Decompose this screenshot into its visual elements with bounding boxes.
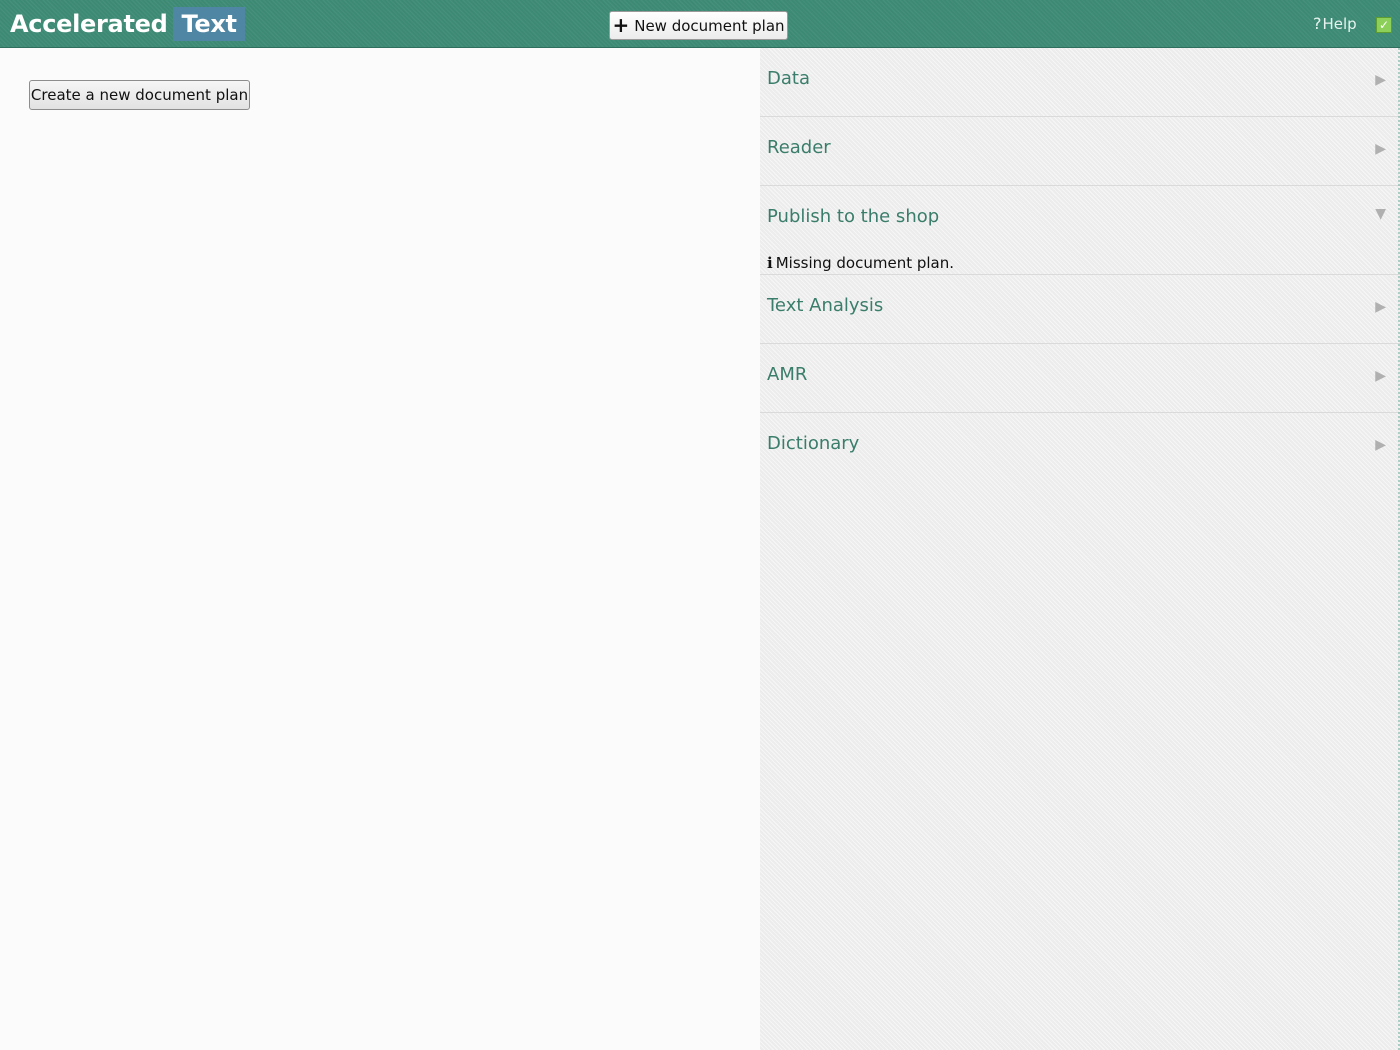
panel-publish: Publish to the shop ▼ i Missing document … (760, 186, 1400, 275)
triangle-down-icon: ▼ (1375, 206, 1386, 222)
triangle-right-icon: ▶ (1375, 368, 1386, 384)
panel-title: AMR (767, 364, 808, 385)
panel-header-text-analysis[interactable]: Text Analysis ▶ (760, 275, 1400, 343)
plus-icon: + (612, 12, 630, 37)
triangle-right-icon: ▶ (1375, 437, 1386, 453)
panel-title: Publish to the shop (767, 206, 940, 227)
triangle-right-icon: ▶ (1375, 72, 1386, 88)
help-label: Help (1322, 14, 1357, 33)
panel-header-data[interactable]: Data ▶ (760, 48, 1400, 116)
panel-dictionary: Dictionary ▶ (760, 413, 1400, 481)
new-document-plan-label: New document plan (634, 16, 785, 35)
triangle-right-icon: ▶ (1375, 299, 1386, 315)
panel-reader: Reader ▶ (760, 117, 1400, 186)
panel-title: Reader (767, 137, 831, 158)
question-icon: ? (1313, 14, 1322, 33)
top-bar: Accelerated Text + New document plan ? H… (0, 0, 1400, 48)
panel-text-analysis: Text Analysis ▶ (760, 275, 1400, 344)
info-icon: i (767, 254, 773, 272)
right-sidebar: Data ▶ Reader ▶ Publish to the shop ▼ iM… (760, 48, 1400, 1050)
publish-message-text: Missing document plan. (775, 254, 955, 272)
panel-title: Dictionary (767, 433, 860, 454)
panel-title: Text Analysis (767, 295, 884, 316)
brand-name-part2: Text (173, 7, 245, 41)
panel-header-reader[interactable]: Reader ▶ (760, 117, 1400, 185)
help-link[interactable]: ? Help (1313, 14, 1357, 33)
new-document-plan-button[interactable]: + New document plan (609, 11, 788, 40)
create-document-plan-button[interactable]: Create a new document plan (29, 80, 250, 110)
publish-message: i Missing document plan. (760, 254, 1400, 274)
panel-header-dictionary[interactable]: Dictionary ▶ (760, 413, 1400, 481)
check-icon: ✓ (1376, 17, 1392, 33)
panel-header-amr[interactable]: AMR ▶ (760, 344, 1400, 412)
main-area: Create a new document plan (0, 48, 760, 1050)
brand-name-part1: Accelerated (10, 10, 168, 38)
panel-header-publish[interactable]: Publish to the shop ▼ (760, 186, 1400, 254)
triangle-right-icon: ▶ (1375, 141, 1386, 157)
panel-title: Data (767, 68, 810, 89)
panel-data: Data ▶ (760, 48, 1400, 117)
app-logo[interactable]: Accelerated Text (8, 7, 245, 41)
panel-amr: AMR ▶ (760, 344, 1400, 413)
